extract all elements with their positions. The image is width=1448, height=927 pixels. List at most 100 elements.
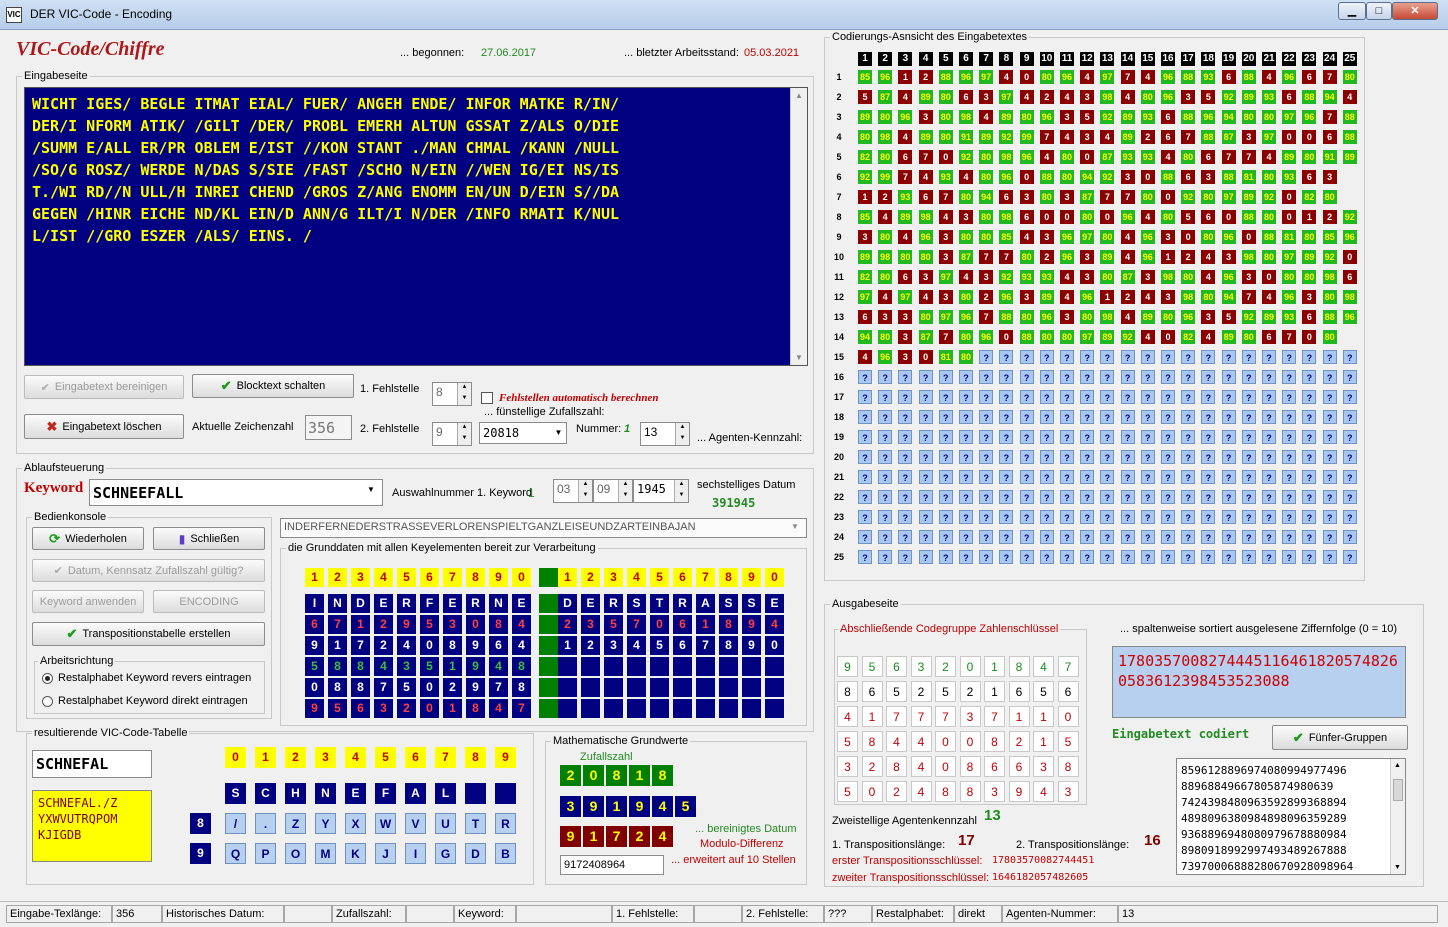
coding-cell: 89 <box>1241 90 1256 104</box>
agent-number-spinner[interactable]: 13 ▲ ▼ <box>640 422 690 446</box>
close-window-button[interactable]: ✕ <box>1392 2 1438 20</box>
coding-cell: 80 <box>1262 110 1276 124</box>
scroll-up-icon[interactable]: ▲ <box>795 91 803 100</box>
spin-down-icon[interactable]: ▼ <box>618 491 632 502</box>
coding-cell: ? <box>898 410 913 424</box>
vic-cell: D <box>465 843 486 864</box>
final-cell: 4 <box>837 706 858 727</box>
scroll-up-icon[interactable]: ▲ <box>1394 762 1401 769</box>
coding-cell: 80 <box>1322 290 1337 304</box>
repeat-button[interactable]: ⟳ Wiederholen <box>32 527 144 550</box>
delete-input-button[interactable]: ✖ Eingabetext löschen <box>24 414 184 439</box>
dropdown-arrow-icon[interactable]: ▼ <box>791 522 799 531</box>
coding-cell: 92 <box>1100 170 1115 184</box>
coding-cell: ? <box>1342 450 1357 464</box>
coding-header-cell: 21 <box>1262 52 1276 66</box>
spin-down-icon[interactable]: ▼ <box>457 394 471 405</box>
key-cell <box>673 699 692 718</box>
coding-cell: 94 <box>1221 110 1236 124</box>
key-cell: 4 <box>374 657 393 676</box>
radio-direct[interactable] <box>42 696 53 707</box>
coding-cell: 89 <box>999 110 1014 124</box>
error2-spinner[interactable]: 9 ▲ ▼ <box>432 422 472 446</box>
coding-cell: 0 <box>1262 270 1276 284</box>
dropdown-arrow-icon[interactable]: ▼ <box>551 423 566 443</box>
coding-cell: 80 <box>918 310 933 324</box>
final-cell: 1 <box>984 681 1005 702</box>
coding-cell: 6 <box>1322 130 1337 144</box>
key-cell: R <box>604 594 623 613</box>
phrase-select[interactable]: INDERFERNEDERSTRASSEVERLORENSPIELTGANZLE… <box>280 518 807 538</box>
error1-spinner[interactable]: 8 ▲ ▼ <box>432 382 472 406</box>
spin-up-icon[interactable]: ▲ <box>674 480 688 491</box>
five-groups-button[interactable]: ✔ Fünfer-Gruppen <box>1272 725 1408 750</box>
spin-down-icon[interactable]: ▼ <box>578 491 592 502</box>
spin-down-icon[interactable]: ▼ <box>675 434 689 445</box>
block-text-button[interactable]: ✔ Blocktext schalten <box>192 374 354 398</box>
dropdown-arrow-icon[interactable]: ▼ <box>367 485 375 494</box>
spin-up-icon[interactable]: ▲ <box>578 480 592 491</box>
keyword-select[interactable]: SCHNEEFALL <box>89 479 383 506</box>
coding-cell: 96 <box>1201 110 1216 124</box>
radio-reverse[interactable] <box>42 673 53 684</box>
scroll-down-icon[interactable]: ▼ <box>1394 864 1401 871</box>
coding-cell: ? <box>959 370 973 384</box>
coding-row-label: 25 <box>833 552 844 562</box>
coding-row-label: 4 <box>836 132 842 142</box>
coding-cell: 80 <box>1140 190 1155 204</box>
coding-cell: 81 <box>1241 170 1256 184</box>
clean-input-button[interactable]: ✔ Eingabetext bereinigen <box>24 375 184 399</box>
spin-up-icon[interactable]: ▲ <box>457 383 471 394</box>
coding-cell: ? <box>1241 350 1256 364</box>
date-day-spinner[interactable]: 03 ▲ ▼ <box>553 479 593 503</box>
key-separator-cell <box>539 636 558 655</box>
coding-cell: 2 <box>1140 130 1155 144</box>
coding-cell: 80 <box>979 210 994 224</box>
input-textarea[interactable]: WICHT IGES/ BEGLE ITMAT EIAL/ FUER/ ANGE… <box>24 87 808 366</box>
close-app-button[interactable]: ▮ Schließen <box>153 527 265 550</box>
coding-cell: 97 <box>999 90 1014 104</box>
coding-cell: ? <box>1019 410 1034 424</box>
spin-up-icon[interactable]: ▲ <box>675 423 689 434</box>
groups-scrollbar[interactable]: ▲ ▼ <box>1390 759 1405 874</box>
spin-up-icon[interactable]: ▲ <box>457 423 471 434</box>
coding-cell: 7 <box>1322 70 1337 84</box>
date-month-spinner[interactable]: 09 ▲ ▼ <box>593 479 633 503</box>
spin-down-icon[interactable]: ▼ <box>457 434 471 445</box>
encoding-button[interactable]: ENCODING <box>153 590 265 613</box>
coding-cell: ? <box>1201 430 1216 444</box>
maximize-button[interactable]: □ <box>1366 2 1392 20</box>
final-cell: 5 <box>935 681 956 702</box>
coding-cell: ? <box>1080 430 1095 444</box>
date-year-spinner[interactable]: 1945 ▲ ▼ <box>633 479 689 503</box>
vic-header-cell: 2 <box>285 747 306 768</box>
minimize-button[interactable]: ▁ <box>1338 2 1366 20</box>
coding-cell: 96 <box>878 350 893 364</box>
spin-up-icon[interactable]: ▲ <box>618 480 632 491</box>
coding-cell: 3 <box>1140 270 1155 284</box>
coding-cell: ? <box>938 510 953 524</box>
date-check-button[interactable]: ✔ Datum, Kennsatz Zufallszahl gültig? <box>32 559 265 582</box>
scroll-down-icon[interactable]: ▼ <box>795 353 803 362</box>
final-cell: 4 <box>886 731 907 752</box>
coding-cell: ? <box>918 530 933 544</box>
coding-cell: 0 <box>1140 170 1155 184</box>
key-header-cell: 2 <box>581 568 600 587</box>
scroll-thumb[interactable] <box>1393 779 1403 801</box>
key-cell: 4 <box>512 636 531 655</box>
key-cell: 6 <box>673 615 692 634</box>
input-scrollbar[interactable]: ▲ ▼ <box>790 88 807 365</box>
auto-errors-checkbox[interactable] <box>481 392 493 404</box>
spin-down-icon[interactable]: ▼ <box>674 491 688 502</box>
coding-cell: 0 <box>938 150 953 164</box>
coding-cell: ? <box>938 450 953 464</box>
coding-cell: 2 <box>1181 250 1196 264</box>
groups-textarea[interactable]: 8596128896974080994977496 889688496678058… <box>1176 758 1406 875</box>
coding-cell: ? <box>1262 470 1276 484</box>
keyword-apply-button[interactable]: Keyword anwenden <box>32 590 144 613</box>
transposition-button[interactable]: ✔ Transpositionstabelle erstellen <box>32 622 265 646</box>
coding-cell: 3 <box>1080 250 1095 264</box>
coding-cell: 7 <box>938 330 953 344</box>
final-cell: 1 <box>1033 706 1054 727</box>
check-icon: ✔ <box>1292 729 1304 745</box>
